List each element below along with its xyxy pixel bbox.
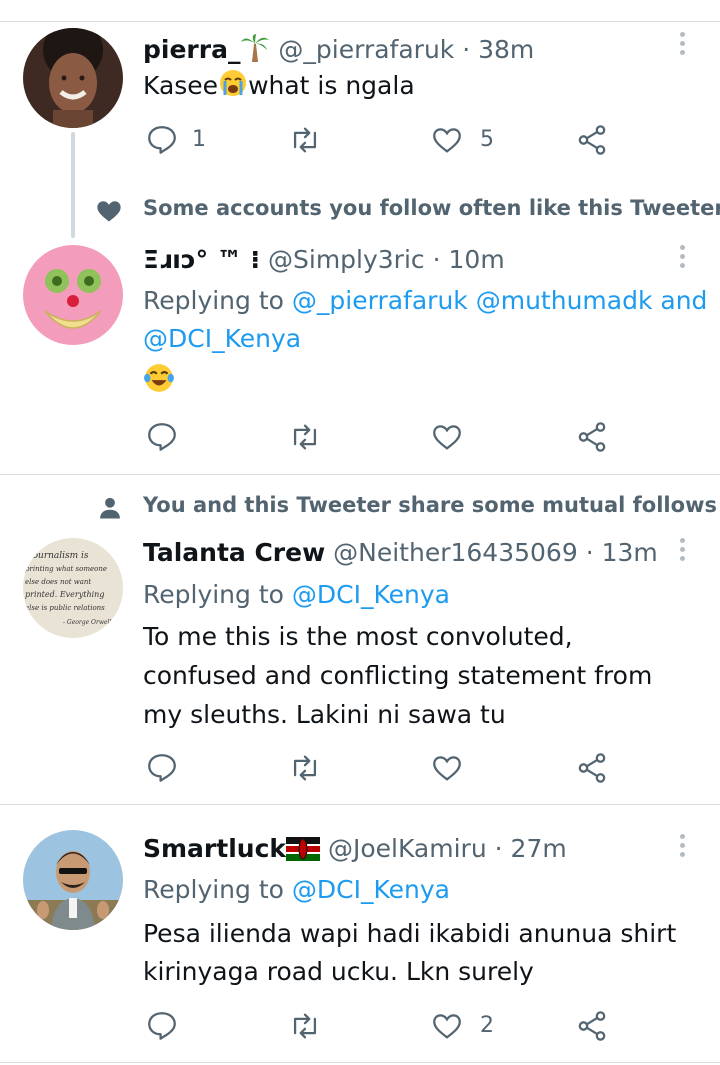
display-name[interactable]: Talanta Crew <box>143 538 325 567</box>
display-name[interactable]: pierra_ <box>143 35 240 64</box>
display-name[interactable]: Smartluck <box>143 834 286 863</box>
handle[interactable]: @_pierrafaruk <box>278 35 454 64</box>
share-icon[interactable] <box>575 1009 609 1043</box>
avatar-photo-talanta-crew: Journalism is printing what someone else… <box>23 538 123 638</box>
like-icon[interactable] <box>430 420 464 454</box>
reply-icon[interactable] <box>145 751 179 785</box>
palm-tree-emoji <box>240 32 270 69</box>
avatar-photo-smartluck <box>23 830 123 930</box>
tweet-text <box>143 362 175 405</box>
tweet-text-line: kirinyaga road ucku. Lkn surely <box>143 957 534 986</box>
tweet-text-line: confused and conflicting statement from <box>143 661 653 690</box>
share-icon[interactable] <box>575 123 609 157</box>
top-divider <box>0 21 720 22</box>
retweet-icon[interactable] <box>288 420 322 454</box>
tweet-header: Talanta Crew @Neither16435069 · 13m <box>143 538 658 567</box>
mention-link[interactable]: @muthumadk <box>476 286 653 315</box>
handle[interactable]: @Neither16435069 <box>333 538 578 567</box>
kenya-flag-emoji <box>286 837 321 868</box>
tweet-header: pierra_ @_pierrafaruk · 38m <box>143 32 534 69</box>
tweet-text-line: Pesa ilienda wapi hadi ikabidi anunua sh… <box>143 919 677 948</box>
avatar-quote-line-3: else does not want <box>25 578 91 586</box>
thread-connector <box>71 132 75 238</box>
reply-icon[interactable] <box>145 420 179 454</box>
avatar-quote-line-6: - George Orwell <box>63 619 111 626</box>
like-icon[interactable] <box>430 751 464 785</box>
tweet-header: Ξɹıɔ° ™ ⁝ @Simply3ric · 10m <box>143 245 505 274</box>
more-options-icon[interactable] <box>676 245 688 271</box>
mention-link[interactable]: @DCI_Kenya <box>143 324 301 353</box>
avatar[interactable]: Journalism is printing what someone else… <box>23 538 123 638</box>
retweet-icon[interactable] <box>288 123 322 157</box>
mention-link[interactable]: @DCI_Kenya <box>292 580 450 609</box>
loudly-crying-face-emoji <box>218 68 248 109</box>
more-options-icon[interactable] <box>676 538 688 564</box>
avatar[interactable] <box>23 28 123 128</box>
more-options-icon[interactable] <box>676 834 688 860</box>
like-icon[interactable] <box>430 123 464 157</box>
replying-to-continued: @DCI_Kenya <box>143 319 301 358</box>
heart-icon <box>95 197 123 225</box>
tweet-divider <box>0 804 720 805</box>
avatar-quote-line-4: printed. Everything <box>25 590 104 599</box>
replying-to: Replying to @DCI_Kenya <box>143 875 450 904</box>
tweet-header: Smartluck @JoelKamiru · 27m <box>143 834 567 868</box>
handle[interactable]: @JoelKamiru <box>328 834 487 863</box>
tweet-text-line: my sleuths. Lakini ni sawa tu <box>143 700 506 729</box>
reply-count: 1 <box>192 127 206 152</box>
mention-link[interactable]: @DCI_Kenya <box>292 875 450 904</box>
replying-to: Replying to @_pierrafaruk @muthumadk and <box>143 286 708 315</box>
social-context: You and this Tweeter share some mutual f… <box>143 493 717 517</box>
reply-icon[interactable] <box>145 1009 179 1043</box>
mention-link[interactable]: @_pierrafaruk <box>292 286 468 315</box>
share-icon[interactable] <box>575 420 609 454</box>
retweet-icon[interactable] <box>288 1009 322 1043</box>
timestamp[interactable]: 27m <box>511 834 567 863</box>
person-icon <box>96 494 124 522</box>
avatar-quote-line-2: printing what someone <box>25 565 107 573</box>
bottom-divider <box>0 1062 720 1063</box>
replying-to: Replying to @DCI_Kenya <box>143 580 450 609</box>
timestamp[interactable]: 38m <box>478 35 534 64</box>
retweet-icon[interactable] <box>288 751 322 785</box>
display-name[interactable]: Ξɹıɔ° ™ ⁝ <box>143 245 260 274</box>
more-options-icon[interactable] <box>676 32 688 58</box>
reply-icon[interactable] <box>145 123 179 157</box>
tweet-divider <box>0 474 720 475</box>
like-count: 2 <box>480 1013 494 1038</box>
avatar[interactable] <box>23 245 123 345</box>
avatar[interactable] <box>23 830 123 930</box>
handle[interactable]: @Simply3ric <box>268 245 425 274</box>
tweet-text: Kasee what is ngala <box>143 66 415 109</box>
like-icon[interactable] <box>430 1009 464 1043</box>
avatar-photo-simply3ric <box>23 245 123 345</box>
like-count: 5 <box>480 127 494 152</box>
avatar-quote-line-1: Journalism is <box>27 551 89 561</box>
tweet-text-line: To me this is the most convoluted, <box>143 622 573 651</box>
social-context: Some accounts you follow often like this… <box>143 196 720 220</box>
tears-of-joy-emoji <box>143 362 175 405</box>
avatar-photo-pierra <box>23 28 123 128</box>
avatar-quote-line-5: else is public relations <box>25 604 105 612</box>
share-icon[interactable] <box>575 751 609 785</box>
timestamp[interactable]: 13m <box>602 538 658 567</box>
timestamp[interactable]: 10m <box>449 245 505 274</box>
